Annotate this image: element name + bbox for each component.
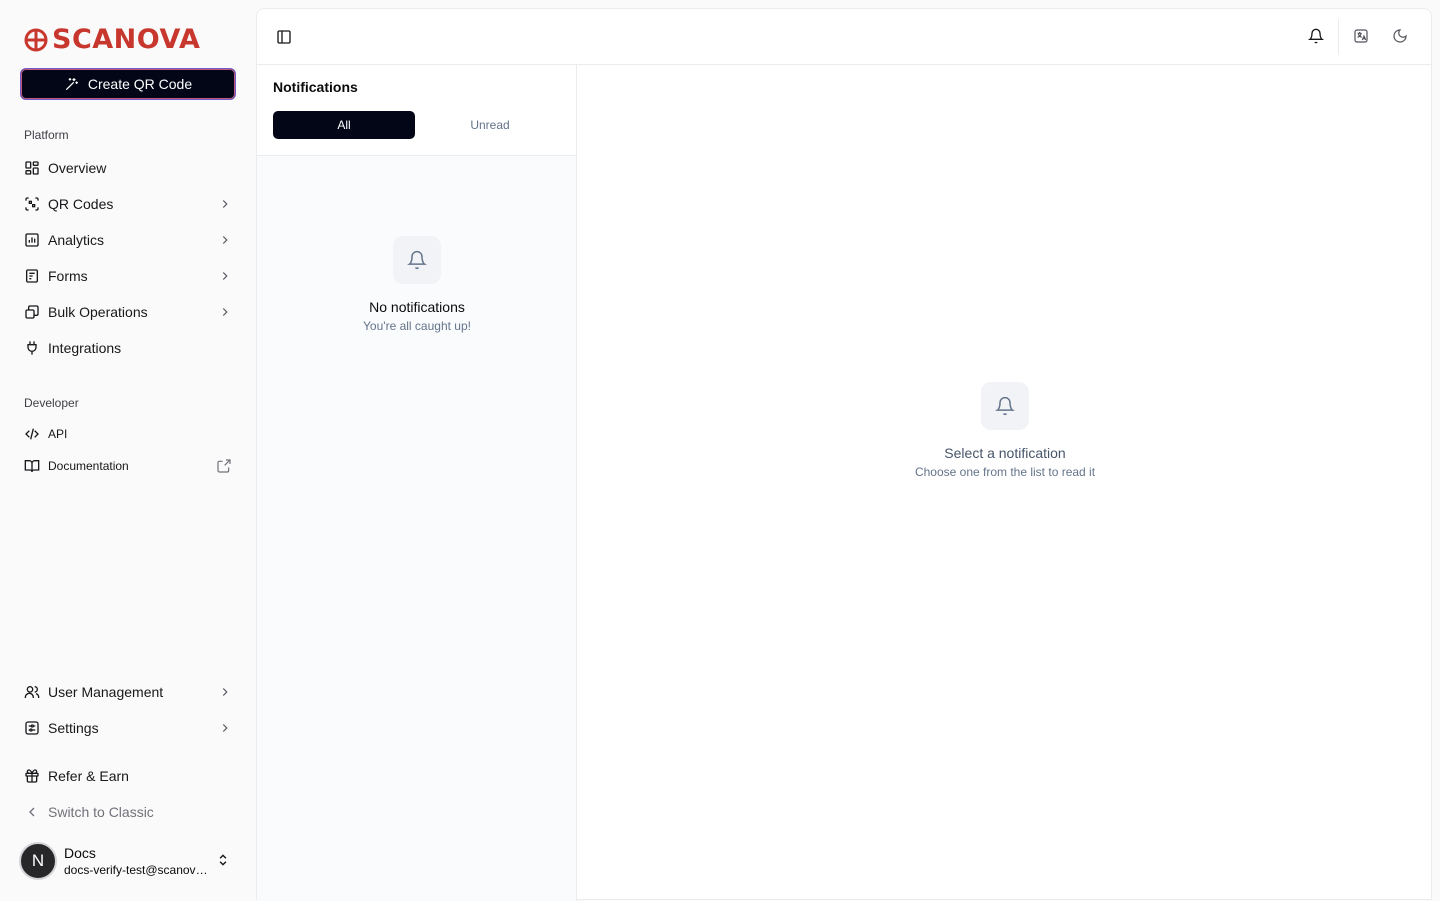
create-button-label: Create QR Code: [87, 76, 193, 92]
external-link-icon: [217, 459, 231, 473]
sidebar-item-label: Analytics: [48, 232, 105, 248]
grid-icon: [25, 161, 39, 175]
moon-icon[interactable]: [1392, 28, 1408, 44]
notifications-empty-state: No notifications You're all caught up!: [257, 236, 577, 334]
sidebar-item-documentation[interactable]: Documentation: [16, 450, 240, 482]
code-icon: [25, 428, 39, 440]
sidebar-item-label: API: [48, 427, 68, 441]
bell-icon[interactable]: [1308, 28, 1324, 44]
layers-icon: [25, 305, 39, 319]
form-icon: [26, 269, 38, 283]
brand-name: SCANOVA: [52, 24, 201, 55]
sidebar-item-bulk-operations[interactable]: Bulk Operations: [16, 296, 240, 328]
developer-section-label: Developer: [24, 396, 79, 410]
user-info: Docs docs-verify-test@scanova.io: [64, 845, 214, 878]
sidebar-item-label: Settings: [48, 720, 99, 736]
sidebar-item-overview[interactable]: Overview: [16, 152, 240, 184]
sidebar-item-label: Documentation: [48, 459, 129, 473]
detail-empty-title: Select a notification: [944, 445, 1066, 461]
sidebar-item-label: Refer & Earn: [48, 768, 129, 784]
sidebar-item-refer-earn[interactable]: Refer & Earn: [16, 760, 240, 792]
bar-chart-icon: [25, 233, 39, 247]
scanova-logo[interactable]: SCANOVA: [24, 26, 200, 54]
tab-all[interactable]: All: [273, 111, 415, 139]
sidebar-item-settings[interactable]: Settings: [16, 712, 240, 744]
create-qr-code-button[interactable]: Create QR Code: [20, 68, 236, 100]
sidebar-item-user-management[interactable]: User Management: [16, 676, 240, 708]
book-icon: [24, 460, 40, 473]
plug-icon: [27, 341, 37, 355]
chevron-right-icon: [222, 236, 228, 244]
sidebar-item-label: Switch to Classic: [48, 804, 154, 820]
chevron-left-icon: [29, 807, 35, 817]
empty-icon-container: [981, 382, 1029, 430]
sidebar-item-integrations[interactable]: Integrations: [16, 332, 240, 364]
user-name: Docs: [64, 844, 96, 861]
wand-sparkles-icon: [65, 78, 78, 90]
sidebar-item-label: Overview: [48, 160, 107, 176]
sidebar-item-label: Forms: [48, 268, 88, 284]
notifications-tabs: All Unread: [273, 111, 561, 139]
topbar-divider: [1338, 19, 1339, 55]
chevron-right-icon: [222, 688, 228, 696]
sidebar: SCANOVA Create QR Code Platform Overview…: [0, 0, 256, 900]
sidebar-item-forms[interactable]: Forms: [16, 260, 240, 292]
chevrons-up-down-icon: [219, 854, 227, 866]
platform-section-label: Platform: [24, 128, 69, 142]
sidebar-item-label: User Management: [48, 684, 164, 700]
sidebar-item-api[interactable]: API: [16, 418, 240, 450]
user-email: docs-verify-test@scanova.io: [64, 862, 214, 877]
switch-to-classic-link[interactable]: Switch to Classic: [16, 796, 240, 828]
chevron-right-icon: [222, 724, 228, 732]
users-icon: [24, 686, 40, 698]
detail-empty-subtitle: Choose one from the list to read it: [914, 465, 1096, 479]
chevron-right-icon: [222, 200, 228, 208]
avatar: N: [19, 842, 57, 880]
sidebar-toggle-icon[interactable]: [276, 29, 292, 45]
sidebar-item-qr-codes[interactable]: QR Codes: [16, 188, 240, 220]
empty-title: No notifications: [369, 299, 465, 315]
chevron-right-icon: [222, 272, 228, 280]
main-panel: Notifications All Unread No notification…: [256, 8, 1433, 901]
notifications-title: Notifications: [273, 79, 358, 95]
language-icon[interactable]: [1353, 28, 1369, 44]
empty-subtitle: You're all caught up!: [363, 319, 471, 333]
sidebar-item-label: Integrations: [48, 340, 122, 356]
bell-icon: [995, 396, 1015, 416]
user-menu[interactable]: N Docs docs-verify-test@scanova.io: [16, 836, 240, 886]
top-bar: [257, 9, 1431, 65]
scan-icon: [25, 197, 39, 211]
tab-unread[interactable]: Unread: [419, 111, 561, 139]
sidebar-item-analytics[interactable]: Analytics: [16, 224, 240, 256]
bell-icon: [407, 250, 427, 270]
scanova-logo-icon: [24, 28, 48, 52]
notifications-header: Notifications All Unread: [257, 65, 576, 156]
empty-icon-container: [393, 236, 441, 284]
chevron-right-icon: [222, 308, 228, 316]
gift-icon: [25, 769, 39, 783]
settings-icon: [25, 721, 39, 735]
notifications-list-pane: Notifications All Unread No notification…: [257, 65, 577, 901]
notification-detail-empty-state: Select a notification Choose one from th…: [577, 382, 1433, 480]
sidebar-item-label: Bulk Operations: [48, 304, 148, 320]
sidebar-item-label: QR Codes: [48, 196, 114, 212]
